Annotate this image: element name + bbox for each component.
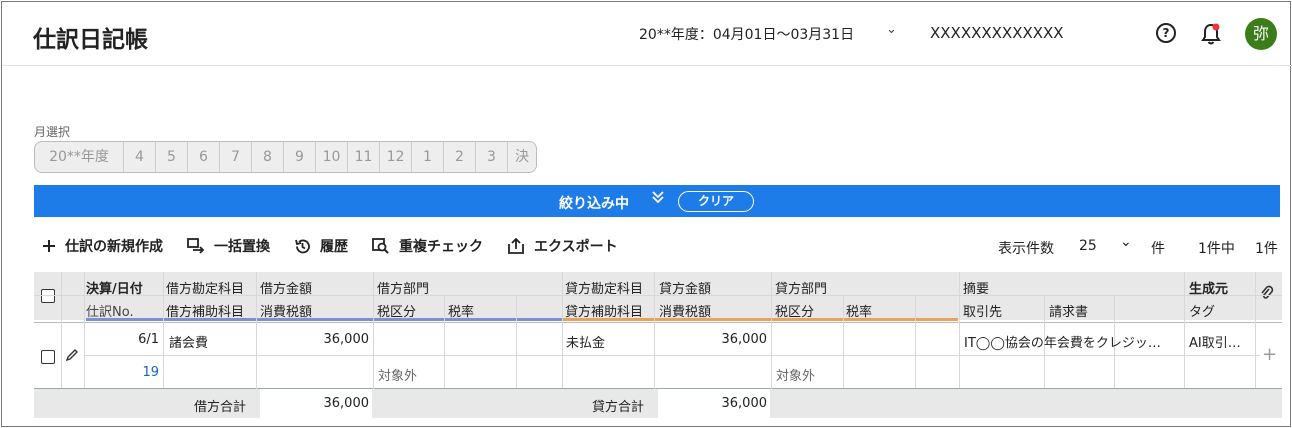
per-page-select[interactable]: 25 <box>1079 238 1097 254</box>
export-icon <box>508 237 524 254</box>
export-button[interactable]: エクスポート <box>507 236 618 256</box>
history-button[interactable]: 履歴 <box>294 236 348 256</box>
filter-bar[interactable]: 絞り込み中 クリア <box>34 185 1280 217</box>
add-icon[interactable]: + <box>1262 344 1277 365</box>
month-item[interactable]: 6 <box>188 142 220 172</box>
chevron-down-icon[interactable]: ⌄ <box>886 22 897 37</box>
app-window: 仕訳日記帳 20**年度：04月01日〜03月31日 ⌄ XXXXXXXXXXX… <box>1 1 1292 427</box>
help-icon[interactable]: ? <box>1156 23 1176 43</box>
per-page-unit: 件 <box>1151 241 1165 257</box>
per-page-label: 表示件数 <box>998 241 1054 257</box>
month-item[interactable]: 12 <box>380 142 412 172</box>
month-item[interactable]: 1 <box>412 142 444 172</box>
toolbar: 仕訳の新規作成 一括置換 履歴 重複チェック エクスポート <box>42 236 618 256</box>
month-item[interactable]: 2 <box>444 142 476 172</box>
row-date[interactable]: 6/1 <box>86 332 159 347</box>
history-label: 履歴 <box>320 239 348 255</box>
month-item[interactable]: 3 <box>476 142 508 172</box>
month-item[interactable]: 20**年度 <box>35 142 124 172</box>
new-entry-button[interactable]: 仕訳の新規作成 <box>42 236 163 256</box>
page-title: 仕訳日記帳 <box>33 27 148 53</box>
filter-status[interactable]: 絞り込み中 <box>559 193 629 213</box>
row-checkbox[interactable] <box>41 350 55 364</box>
result-total: 1件 <box>1255 241 1278 257</box>
plus-icon <box>43 240 55 252</box>
month-item[interactable]: 7 <box>220 142 252 172</box>
row-debit-amount[interactable]: 36,000 <box>260 332 370 347</box>
row-debit-account[interactable]: 諸会費 <box>169 332 208 351</box>
month-item[interactable]: 8 <box>252 142 284 172</box>
month-item[interactable]: 5 <box>156 142 188 172</box>
col-tag[interactable]: タグ <box>1189 301 1215 320</box>
row-credit-amount[interactable]: 36,000 <box>658 332 768 347</box>
debit-total-value: 36,000 <box>323 396 370 411</box>
app-header: 仕訳日記帳 20**年度：04月01日〜03月31日 ⌄ XXXXXXXXXXX… <box>2 2 1292 66</box>
bulk-replace-button[interactable]: 一括置換 <box>187 236 270 256</box>
col-partner[interactable]: 取引先 <box>963 301 1002 320</box>
pencil-icon[interactable] <box>65 348 79 366</box>
month-select-label: 月選択 <box>34 125 71 139</box>
duplicate-search-icon <box>372 237 389 254</box>
result-count: 1件中 <box>1198 241 1235 257</box>
duplicate-check-button[interactable]: 重複チェック <box>372 236 483 256</box>
row-origin[interactable]: AI取引… <box>1189 332 1251 351</box>
replace-icon <box>187 238 205 254</box>
row-credit-account[interactable]: 未払金 <box>566 332 605 351</box>
row-entry-no-link[interactable]: 19 <box>86 365 159 380</box>
month-item[interactable]: 4 <box>124 142 156 172</box>
row-debit-tax-cat[interactable]: 対象外 <box>378 365 417 384</box>
fiscal-year-selector[interactable]: 20**年度：04月01日〜03月31日 <box>639 24 854 44</box>
avatar[interactable]: 弥 <box>1245 18 1277 50</box>
debit-total-label: 借方合計 <box>194 400 247 415</box>
export-label: エクスポート <box>534 239 618 255</box>
month-selector: 20**年度 4 5 6 7 8 9 10 11 12 1 2 3 決 <box>34 141 537 173</box>
journal-table: 決算/日付 借方勘定科目 借方金額 借方部門 貸方勘定科目 貸方金額 貸方部門 … <box>34 272 1282 418</box>
row-memo[interactable]: IT◯◯協会の年会費をクレジッ… <box>964 332 1180 351</box>
clear-filter-button[interactable]: クリア <box>678 191 754 212</box>
month-item[interactable]: 11 <box>348 142 380 172</box>
credit-total-label: 貸方合計 <box>592 400 645 415</box>
bell-icon[interactable] <box>1200 22 1222 50</box>
chevron-down-icon[interactable]: ⌄ <box>1120 234 1132 250</box>
bulk-replace-label: 一括置換 <box>214 239 270 255</box>
month-item[interactable]: 決 <box>508 142 536 172</box>
history-icon <box>295 239 310 253</box>
double-chevron-down-icon[interactable] <box>651 190 665 208</box>
credit-total-value: 36,000 <box>721 396 768 411</box>
new-entry-label: 仕訳の新規作成 <box>65 239 163 255</box>
row-credit-tax-cat[interactable]: 対象外 <box>776 365 815 384</box>
select-all-checkbox[interactable] <box>41 289 55 303</box>
duplicate-check-label: 重複チェック <box>399 239 483 255</box>
debit-accent <box>86 318 562 321</box>
month-item[interactable]: 10 <box>316 142 348 172</box>
month-item[interactable]: 9 <box>284 142 316 172</box>
credit-accent <box>563 318 958 321</box>
company-name[interactable]: XXXXXXXXXXXXX <box>930 24 1064 42</box>
col-invoice[interactable]: 請求書 <box>1049 301 1088 320</box>
